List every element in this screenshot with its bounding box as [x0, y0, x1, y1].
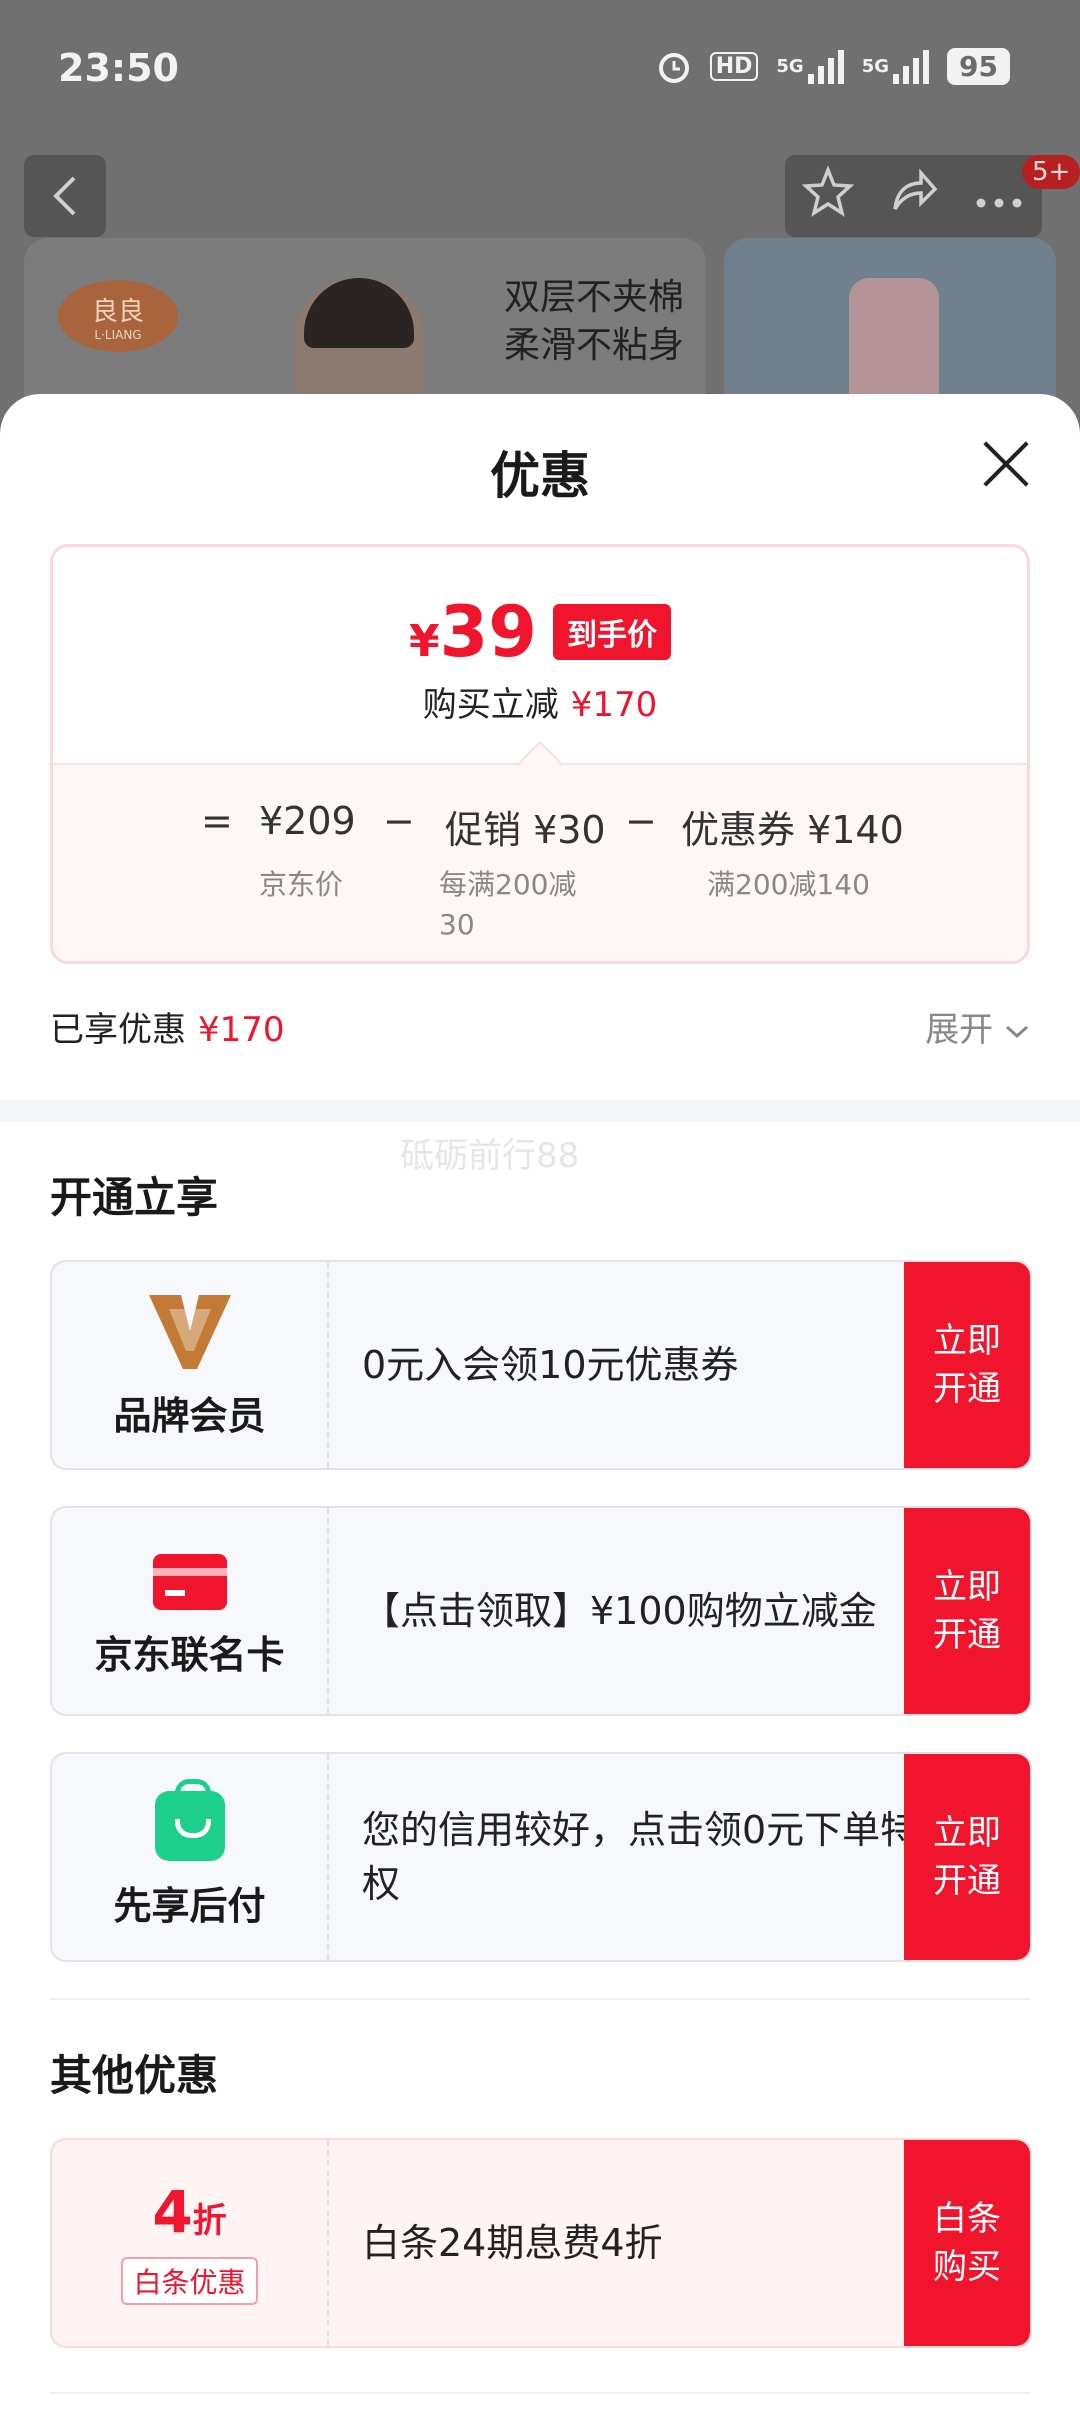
- network-type: 5G: [776, 56, 804, 77]
- offer-separator: [327, 1508, 329, 1714]
- offer-card-co-branded-card[interactable]: 京东联名卡 【点击领取】¥100购物立减金 立即开通: [50, 1506, 1032, 1716]
- price-card: ¥39 到手价 购买立减 ¥170 = ¥209 − 促销 ¥30 − 优惠券 ¥…: [50, 544, 1030, 964]
- hd-icon: HD: [709, 52, 759, 81]
- coupon-amount: 优惠券 ¥140: [681, 808, 904, 852]
- share-icon[interactable]: [887, 165, 939, 228]
- total-discount-amount: ¥170: [570, 685, 658, 725]
- star-icon[interactable]: [801, 164, 855, 228]
- brand-logo: 良良 L·LIANG: [58, 280, 178, 352]
- offer-description: 白条24期息费4折: [362, 2221, 663, 2265]
- minus-sign: −: [625, 799, 657, 843]
- signal-icon: 5G: [776, 49, 844, 84]
- total-discount-line: 购买立减 ¥170: [53, 677, 1027, 726]
- status-icons: HD 5G 5G 95: [656, 48, 1010, 85]
- promo-label-line: 30: [439, 908, 475, 941]
- offer-label: 品牌会员: [113, 1393, 266, 1438]
- total-discount-label: 购买立减: [422, 685, 559, 725]
- offer-card-brand-member[interactable]: 品牌会员 0元入会领10元优惠券 立即开通: [50, 1260, 1032, 1470]
- section-divider: [50, 1998, 1030, 2000]
- enjoyed-label: 已享优惠: [50, 1010, 186, 1050]
- discount-unit: 折: [192, 2200, 227, 2241]
- open-now-button[interactable]: 立即开通: [904, 1262, 1030, 1468]
- section-title-other: 其他优惠: [50, 2051, 219, 2100]
- shopping-bag-icon: [154, 1778, 225, 1861]
- bottom-divider: [50, 2392, 1030, 2394]
- watermark: 砥砺前行88: [400, 1136, 580, 1176]
- equals-sign: =: [201, 799, 233, 843]
- discount-value: 4折: [152, 2182, 226, 2251]
- network-type: 5G: [861, 56, 890, 77]
- currency-symbol: ¥: [408, 616, 440, 667]
- alarm-icon: [656, 49, 692, 85]
- battery-icon: 95: [947, 48, 1010, 85]
- slogan-line: 双层不夹棉: [503, 277, 684, 318]
- banner-slogan: 双层不夹棉 柔滑不粘身: [474, 274, 684, 370]
- close-icon[interactable]: [976, 434, 1036, 494]
- offer-description: 0元入会领10元优惠券: [362, 1343, 739, 1387]
- coupon-label: 满200减140: [707, 868, 870, 901]
- discount-tag: 白条优惠: [121, 2256, 258, 2305]
- brand-v-icon: [148, 1294, 231, 1369]
- offer-left: 京东联名卡: [52, 1508, 327, 1714]
- baitiao-buy-button[interactable]: 白条购买: [904, 2140, 1030, 2346]
- minus-sign: −: [383, 799, 415, 843]
- offer-separator: [327, 1754, 329, 1960]
- offer-label: 先享后付: [113, 1883, 266, 1928]
- chevron-down-icon: [1005, 1025, 1029, 1039]
- section-divider: [0, 1100, 1080, 1122]
- discount-sheet: 优惠 ¥39 到手价 购买立减 ¥170 = ¥209 − 促销 ¥30 − 优惠…: [0, 394, 1080, 2412]
- brand-sub: L·LIANG: [94, 327, 142, 342]
- offer-left: 品牌会员: [52, 1262, 327, 1468]
- section-title-open: 开通立享: [50, 1173, 219, 1222]
- back-button[interactable]: [24, 155, 106, 237]
- base-price-label: 京东价: [259, 868, 344, 901]
- card-icon: [152, 1553, 227, 1610]
- open-now-button[interactable]: 立即开通: [904, 1754, 1030, 1960]
- final-price: ¥39: [409, 597, 537, 667]
- more-icon[interactable]: [973, 171, 1025, 222]
- message-badge: 5+: [1022, 155, 1080, 189]
- status-time: 23:50: [58, 46, 179, 90]
- offer-left: 先享后付: [52, 1754, 327, 1960]
- offer-separator: [327, 1262, 329, 1468]
- expand-label: 展开: [925, 1010, 994, 1050]
- offer-left: 4折 白条优惠: [52, 2140, 327, 2346]
- final-price-tag: 到手价: [553, 604, 672, 660]
- background-product-page: 23:50 HD 5G 5G 95 5+ 良良 L·LIANG 双层不夹棉 柔滑…: [0, 0, 1080, 428]
- promo-amount: 促销 ¥30: [445, 808, 606, 852]
- offer-card-baitiao[interactable]: 4折 白条优惠 白条24期息费4折 白条购买: [50, 2138, 1032, 2348]
- final-price-value: 39: [439, 591, 538, 673]
- offer-description: 【点击领取】¥100购物立减金: [362, 1589, 877, 1633]
- offer-card-pay-later[interactable]: 先享后付 您的信用较好，点击领0元下单特权 立即开通: [50, 1752, 1032, 1962]
- sheet-title: 优惠: [490, 447, 590, 505]
- expand-button[interactable]: 展开: [925, 1002, 1030, 1051]
- status-bar: 23:50 HD 5G 5G 95: [0, 0, 1080, 140]
- base-price: ¥209: [259, 799, 356, 843]
- enjoyed-discount: 已享优惠 ¥170: [50, 1002, 285, 1051]
- offer-label: 京东联名卡: [94, 1632, 285, 1677]
- chevron-left-icon: [53, 176, 76, 216]
- promo-label-line: 每满200减: [439, 868, 577, 901]
- brand-name: 良良: [91, 296, 144, 327]
- signal-icon: 5G: [861, 49, 930, 84]
- open-now-button[interactable]: 立即开通: [904, 1508, 1030, 1714]
- top-actions: [785, 155, 1042, 237]
- offer-description: 您的信用较好，点击领0元下单特权: [362, 1808, 919, 1906]
- final-price-row: ¥39 到手价: [53, 597, 1027, 667]
- promo-label: 每满200减 30: [439, 865, 576, 945]
- slogan-line: 柔滑不粘身: [503, 325, 684, 366]
- price-breakdown: = ¥209 − 促销 ¥30 − 优惠券 ¥140 京东价 每满200减 30…: [53, 763, 1027, 961]
- enjoyed-amount: ¥170: [198, 1010, 285, 1050]
- offer-separator: [327, 2140, 329, 2346]
- discount-number: 4: [152, 2177, 193, 2246]
